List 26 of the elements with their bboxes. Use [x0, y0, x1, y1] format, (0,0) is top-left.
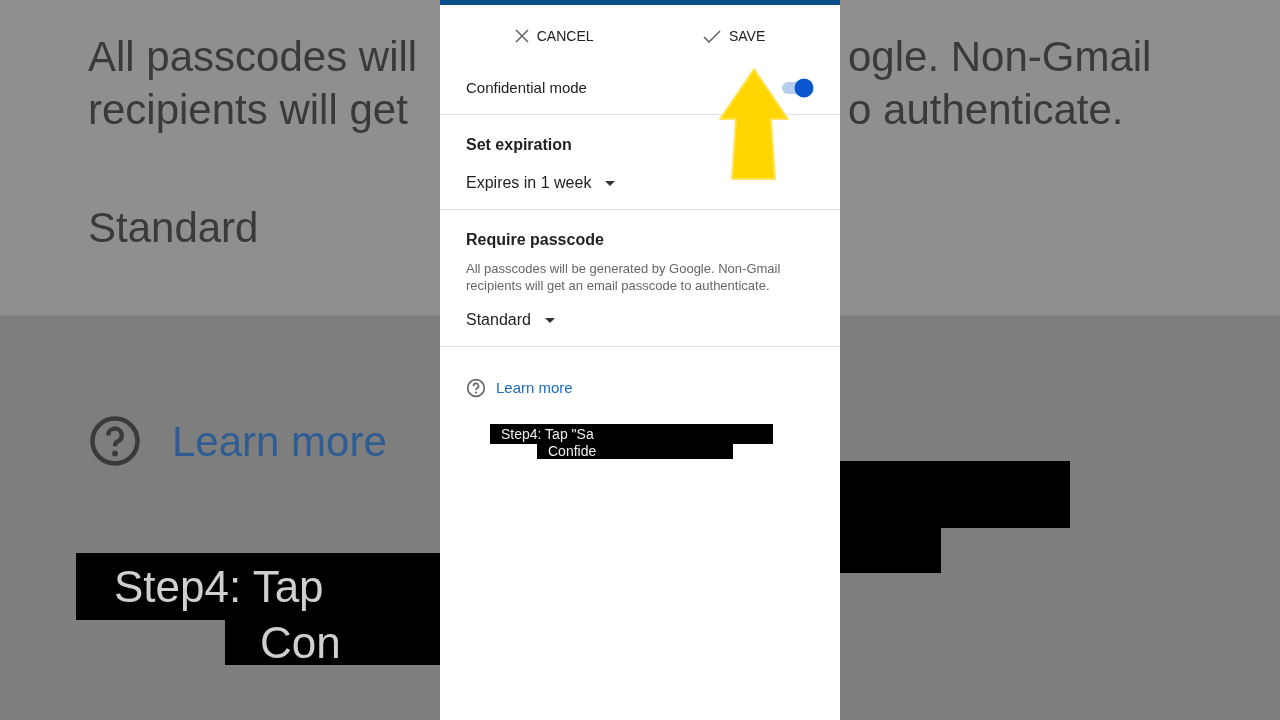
section-title: Set expiration — [466, 135, 573, 155]
caption-text: Con — [225, 620, 440, 665]
arrow-icon — [718, 67, 790, 181]
dropdown[interactable]: Standard — [466, 308, 555, 332]
help-icon — [88, 414, 142, 468]
background-link-text: Learn more — [172, 416, 387, 467]
caption-text: Step4: Tap — [76, 553, 440, 620]
save-button[interactable]: SAVE — [698, 23, 770, 49]
background-text: Standard — [88, 203, 260, 253]
background-text: All passcodes will — [88, 32, 419, 82]
dropdown[interactable]: Expires in 1 week — [466, 171, 616, 195]
close-icon — [514, 29, 529, 43]
section-description: All passcodes will be generated by Google. Non-Gmail recipients will get an email passcode to authenticate. — [466, 260, 782, 294]
caret-icon — [605, 180, 616, 186]
setting-label: Confidential mode — [466, 77, 587, 98]
background-text: recipients will get — [88, 85, 409, 135]
background-text: o authenticate. — [848, 85, 1125, 135]
check-icon — [702, 29, 721, 43]
learn-more-link[interactable]: Learn more — [496, 377, 573, 400]
background-text: ogle. Non-Gmail — [848, 32, 1153, 82]
section-title: Require passcode — [466, 230, 605, 250]
toggle-switch[interactable] — [780, 78, 814, 98]
caret-icon — [544, 317, 555, 323]
help-icon — [466, 378, 486, 399]
caption-text: Step4: Tap "Sa — [490, 423, 773, 444]
cancel-button[interactable]: CANCEL — [510, 23, 598, 49]
